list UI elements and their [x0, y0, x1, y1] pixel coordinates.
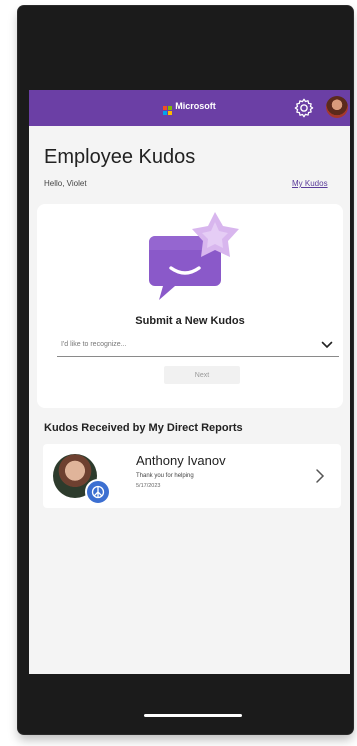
- app-screen: Microsoft Employee Kudos Hello, Violet M…: [29, 6, 350, 734]
- page-title: Employee Kudos: [44, 146, 196, 168]
- app-header: Microsoft: [29, 90, 350, 126]
- peace-icon: [91, 485, 105, 499]
- kudos-badge: [85, 479, 111, 505]
- brand-name: Microsoft: [175, 101, 216, 111]
- gear-icon[interactable]: [293, 97, 315, 119]
- chevron-down-icon[interactable]: [321, 340, 333, 350]
- phone-frame: Microsoft Employee Kudos Hello, Violet M…: [18, 6, 353, 734]
- recognize-select[interactable]: I'd like to recognize...: [57, 336, 339, 357]
- microsoft-logo-icon: [163, 106, 173, 115]
- my-kudos-link[interactable]: My Kudos: [292, 179, 328, 188]
- avatar[interactable]: [326, 96, 348, 118]
- home-indicator[interactable]: [144, 714, 242, 717]
- chevron-right-icon[interactable]: [315, 468, 325, 484]
- submit-kudos-title: Submit a New Kudos: [135, 315, 245, 327]
- report-message: Thank you for helping: [136, 473, 194, 479]
- report-date: 5/17/2023: [136, 483, 161, 489]
- main-content: Employee Kudos Hello, Violet My Kudos Su…: [29, 126, 350, 674]
- direct-reports-heading: Kudos Received by My Direct Reports: [44, 422, 243, 434]
- recognize-select-placeholder: I'd like to recognize...: [61, 341, 127, 348]
- next-button[interactable]: Next: [164, 366, 240, 384]
- chat-bubble-star-icon: [149, 212, 239, 300]
- submit-kudos-card: Submit a New Kudos I'd like to recognize…: [37, 204, 343, 408]
- greeting-text: Hello, Violet: [44, 179, 87, 188]
- report-name: Anthony Ivanov: [136, 453, 226, 468]
- list-item[interactable]: Anthony Ivanov Thank you for helping 5/1…: [43, 444, 341, 508]
